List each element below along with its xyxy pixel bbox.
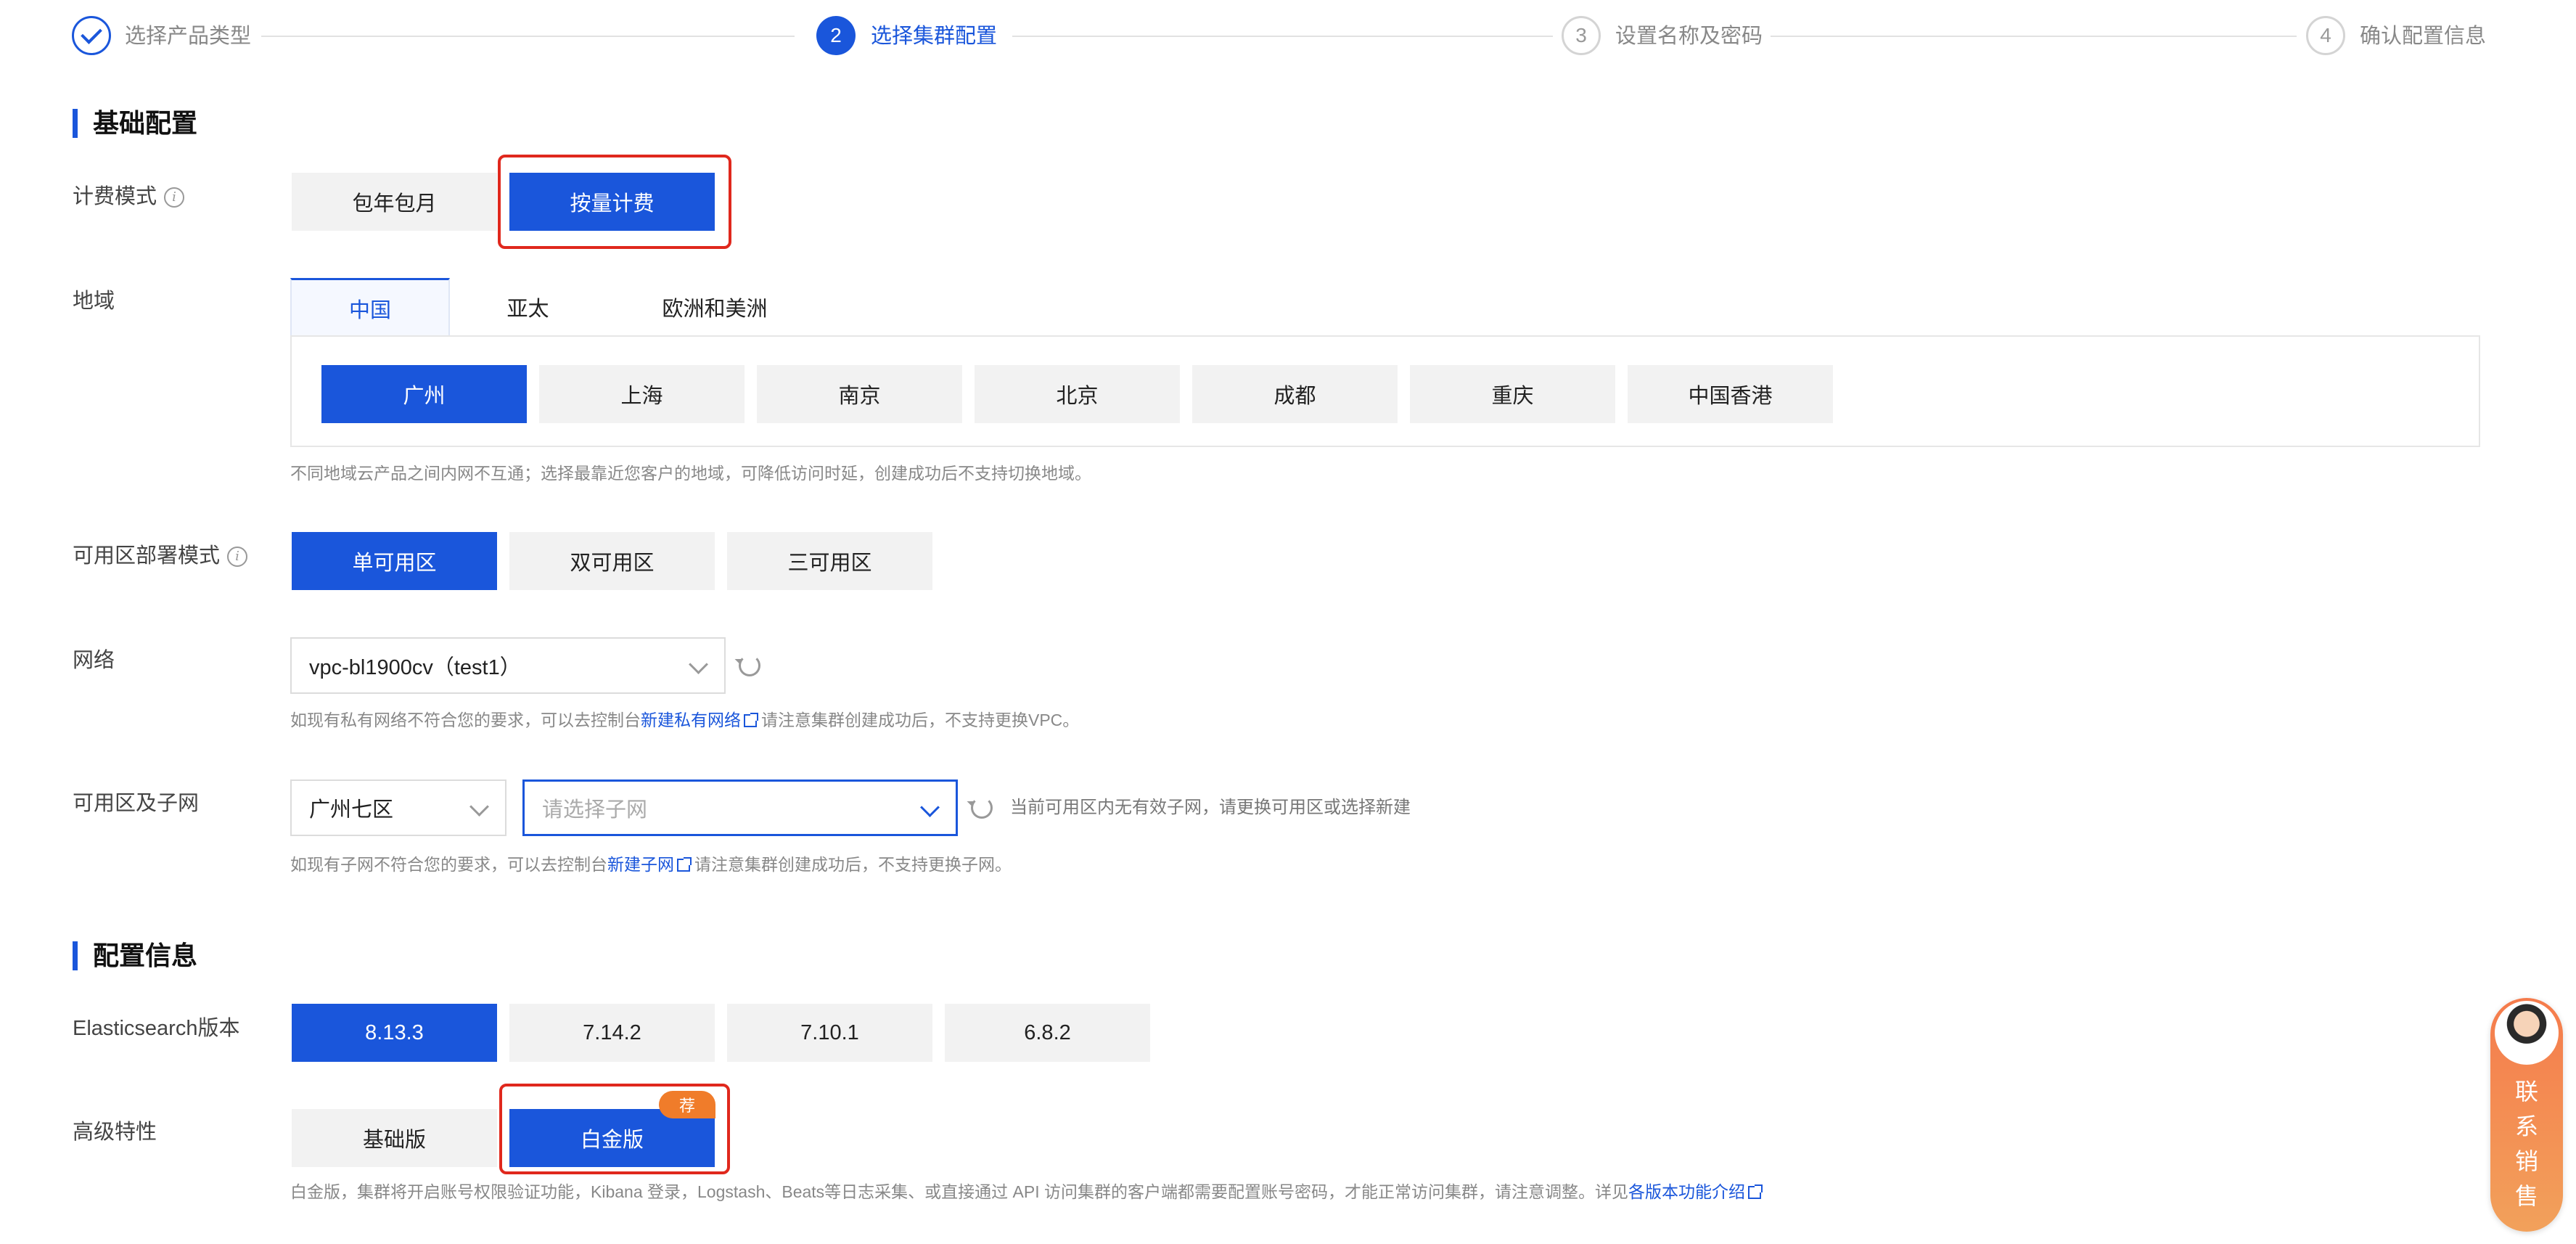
zone-select-value: 广州七区 — [309, 798, 394, 822]
step-3-label: 设置名称及密码 — [1615, 25, 1763, 48]
az-mode-label: 可用区部署模式 i — [73, 541, 248, 570]
edition-basic[interactable]: 基础版 — [292, 1109, 497, 1167]
subnet-hint: 如现有子网不符合您的要求，可以去控制台新建子网 请注意集群创建成功后，不支持更换子… — [290, 855, 1012, 874]
step-4-number: 4 — [2306, 16, 2345, 55]
advanced-hint: 白金版，集群将开启账号权限验证功能，Kibana 登录，Logstash、Bea… — [290, 1181, 1765, 1203]
step-divider — [1012, 36, 1553, 37]
az-double[interactable]: 双可用区 — [509, 532, 715, 590]
zone-select[interactable]: 广州七区 — [290, 779, 506, 836]
az-single[interactable]: 单可用区 — [292, 532, 497, 590]
subnet-select[interactable]: 请选择子网 — [522, 779, 958, 836]
create-subnet-link[interactable]: 新建子网 — [607, 855, 674, 874]
city-nanjing[interactable]: 南京 — [757, 365, 962, 423]
subnet-label: 可用区及子网 — [73, 792, 200, 815]
highlight-box — [499, 1084, 730, 1174]
contact-sales-button[interactable]: 联 系 销 售 — [2490, 998, 2563, 1232]
network-select-value: vpc-bl1900cv（test1） — [309, 656, 521, 679]
network-select[interactable]: vpc-bl1900cv（test1） — [290, 637, 726, 694]
avatar — [2495, 1001, 2559, 1065]
external-link-icon — [744, 713, 758, 727]
es-version-7-14-2[interactable]: 7.14.2 — [509, 1004, 715, 1062]
subnet-status: 当前可用区内无有效子网，请更换可用区或选择新建 — [1010, 798, 1411, 817]
city-guangzhou[interactable]: 广州 — [321, 365, 527, 423]
refresh-icon[interactable] — [739, 655, 760, 676]
es-version-7-10-1[interactable]: 7.10.1 — [727, 1004, 932, 1062]
info-icon[interactable]: i — [164, 187, 185, 208]
step-3-number: 3 — [1562, 16, 1601, 55]
region-hint: 不同地域云产品之间内网不互通；选择最靠近您客户的地域，可降低访问时延，创建成功后… — [290, 464, 1091, 483]
step-2-number: 2 — [816, 16, 856, 55]
step-divider — [1771, 36, 2297, 37]
chevron-down-icon — [469, 797, 489, 817]
region-tab-asia-pacific[interactable]: 亚太 — [450, 278, 606, 336]
city-hongkong[interactable]: 中国香港 — [1628, 365, 1833, 423]
section-title-basic: 基础配置 — [73, 107, 197, 139]
external-link-icon — [1748, 1184, 1763, 1199]
city-chongqing[interactable]: 重庆 — [1410, 365, 1615, 423]
city-shanghai[interactable]: 上海 — [539, 365, 745, 423]
city-beijing[interactable]: 北京 — [975, 365, 1180, 423]
highlight-box — [498, 155, 731, 249]
es-version-label: Elasticsearch版本 — [73, 1017, 240, 1040]
es-version-6-8-2[interactable]: 6.8.2 — [945, 1004, 1150, 1062]
region-label: 地域 — [73, 290, 115, 313]
chevron-down-icon — [920, 798, 940, 817]
step-divider — [261, 36, 795, 37]
edition-features-link[interactable]: 各版本功能介绍 — [1628, 1182, 1745, 1201]
info-icon[interactable]: i — [227, 547, 248, 568]
city-chengdu[interactable]: 成都 — [1192, 365, 1398, 423]
region-tab-europe-americas[interactable]: 欧洲和美洲 — [606, 278, 824, 336]
step-1-check-icon — [72, 16, 111, 55]
contact-sales-label: 联 系 销 售 — [2514, 1079, 2538, 1209]
billing-option-prepaid[interactable]: 包年包月 — [292, 173, 497, 231]
step-1-label[interactable]: 选择产品类型 — [125, 17, 251, 56]
network-label: 网络 — [73, 649, 115, 672]
refresh-icon[interactable] — [971, 797, 993, 819]
advanced-label: 高级特性 — [73, 1121, 157, 1144]
network-hint: 如现有私有网络不符合您的要求，可以去控制台新建私有网络 请注意集群创建成功后，不支… — [290, 711, 1080, 729]
subnet-select-placeholder: 请选择子网 — [542, 798, 648, 822]
step-2-label: 选择集群配置 — [871, 25, 998, 48]
step-4-label: 确认配置信息 — [2360, 25, 2487, 48]
create-vpc-link[interactable]: 新建私有网络 — [641, 711, 741, 729]
chevron-down-icon — [689, 655, 708, 674]
external-link-icon — [677, 857, 692, 872]
billing-label: 计费模式 i — [73, 182, 185, 211]
az-triple[interactable]: 三可用区 — [727, 532, 932, 590]
es-version-8-13-3[interactable]: 8.13.3 — [292, 1004, 497, 1062]
section-title-config: 配置信息 — [73, 940, 197, 972]
region-tab-china[interactable]: 中国 — [290, 278, 450, 336]
